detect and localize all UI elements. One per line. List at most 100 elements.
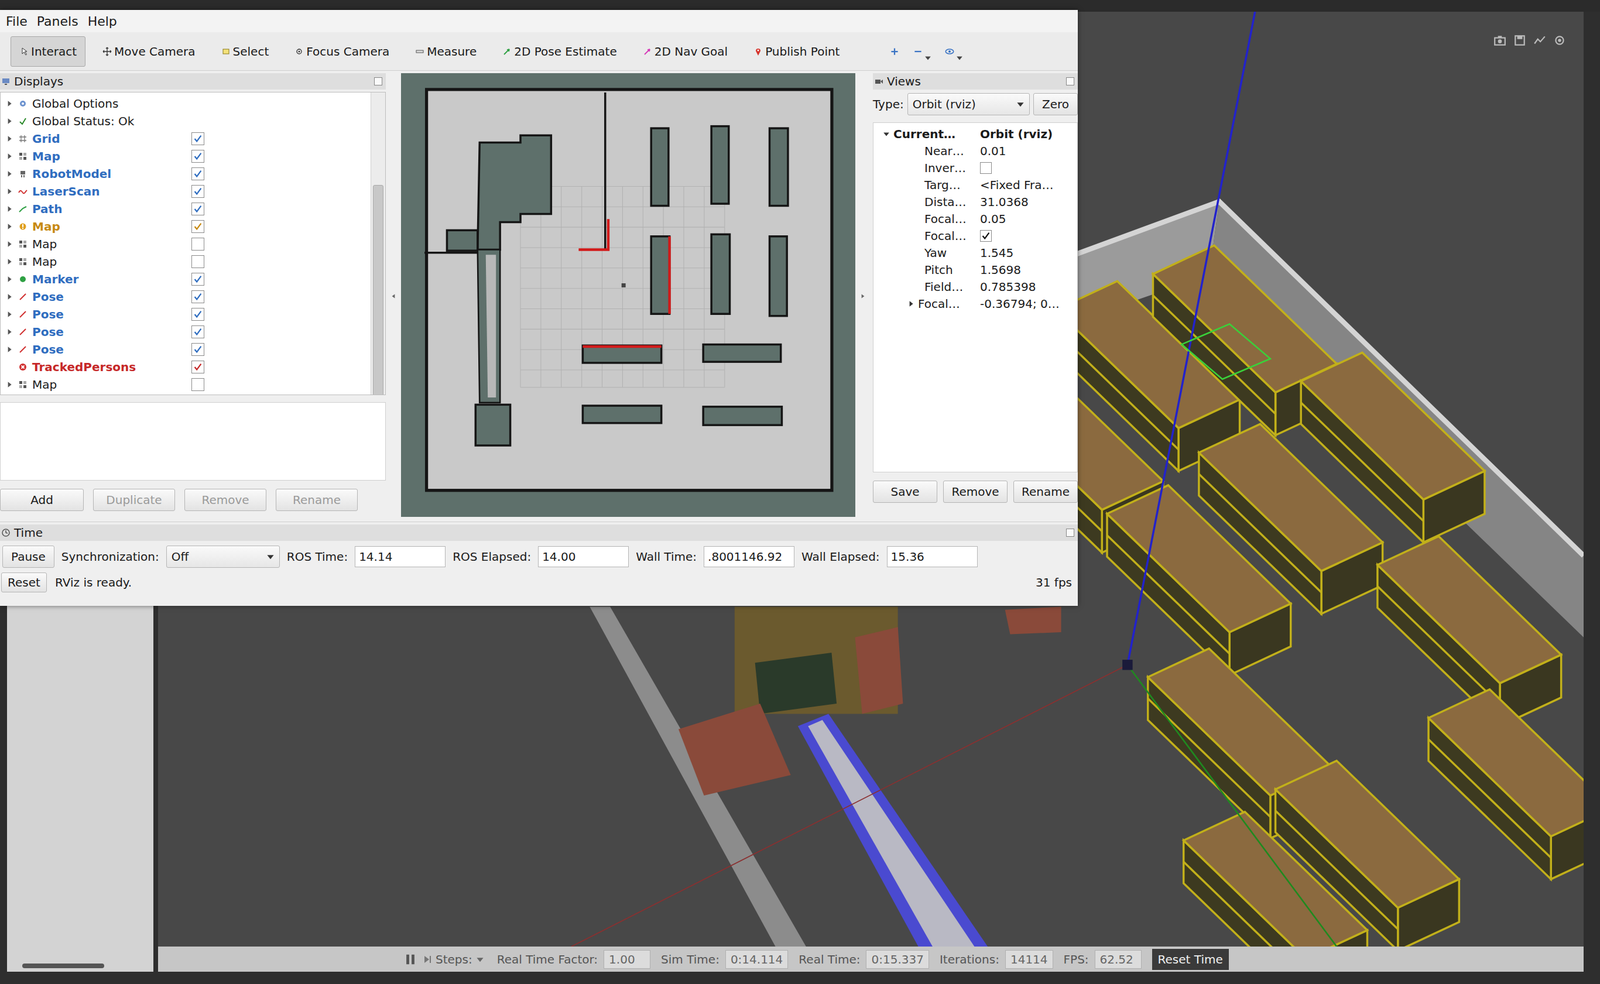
display-checkbox[interactable]: [191, 237, 205, 251]
zero-button[interactable]: Zero: [1033, 93, 1078, 116]
expand-arrow-icon[interactable]: [5, 100, 13, 108]
expand-arrow-icon[interactable]: [5, 187, 13, 195]
minus-icon[interactable]: [912, 46, 924, 57]
occupancy-map[interactable]: [401, 73, 856, 517]
expand-arrow-icon[interactable]: [5, 240, 13, 248]
display-row[interactable]: Pose: [0, 288, 371, 306]
property-row[interactable]: Dista… 31.0368: [873, 193, 1078, 211]
panel-button[interactable]: Rename: [1013, 480, 1078, 503]
property-row[interactable]: Near… 0.01: [873, 142, 1078, 160]
display-row[interactable]: Pose: [0, 305, 371, 324]
eye-icon[interactable]: [944, 46, 955, 57]
time-field[interactable]: 14.00: [538, 546, 629, 568]
display-row[interactable]: Path: [0, 200, 371, 218]
panel-button[interactable]: Remove: [184, 488, 267, 512]
property-row[interactable]: Inver…: [873, 159, 1078, 177]
collapse-left-icon[interactable]: [389, 292, 397, 300]
step-icon[interactable]: [422, 954, 433, 965]
pause-button[interactable]: Pause: [2, 545, 55, 568]
display-checkbox[interactable]: [191, 272, 205, 286]
display-checkbox[interactable]: [191, 220, 205, 234]
expand-arrow-icon[interactable]: [5, 152, 13, 160]
splitter[interactable]: [385, 70, 402, 522]
tool-button[interactable]: 2D Pose Estimate: [493, 36, 626, 67]
time-field[interactable]: 14.14: [354, 546, 446, 568]
property-row[interactable]: Current… Orbit (rviz): [873, 125, 1078, 143]
record-icon[interactable]: [1553, 33, 1567, 47]
float-button[interactable]: [374, 77, 383, 86]
panel-button[interactable]: Save: [872, 480, 938, 503]
display-row[interactable]: Map: [0, 147, 371, 166]
display-row[interactable]: Map: [0, 235, 371, 253]
display-checkbox[interactable]: [191, 378, 205, 392]
chart-icon[interactable]: [1533, 33, 1547, 47]
scrollbar[interactable]: [22, 963, 105, 969]
expand-arrow-icon[interactable]: [5, 258, 13, 266]
display-checkbox[interactable]: [191, 184, 205, 198]
property-row[interactable]: Yaw 1.545: [873, 244, 1078, 262]
property-row[interactable]: Targ… <Fixed Fra…: [873, 176, 1078, 194]
tool-button[interactable]: Measure: [406, 36, 486, 67]
plus-icon[interactable]: [889, 46, 900, 57]
panel-button[interactable]: Rename: [275, 488, 358, 512]
float-button[interactable]: [1066, 77, 1075, 86]
sync-dropdown[interactable]: Off: [166, 545, 280, 568]
menu-item[interactable]: Help: [83, 14, 122, 29]
expand-arrow-icon[interactable]: [907, 300, 915, 308]
camera-icon[interactable]: [1493, 33, 1507, 47]
expand-arrow-icon[interactable]: [5, 170, 13, 178]
dropdown-arrow-icon[interactable]: [956, 54, 964, 62]
expand-arrow-icon[interactable]: [5, 135, 13, 143]
display-row[interactable]: Map: [0, 217, 371, 236]
expand-arrow-icon[interactable]: [5, 223, 13, 231]
expand-arrow-icon[interactable]: [5, 345, 13, 354]
panel-button[interactable]: Add: [0, 488, 84, 512]
property-checkbox[interactable]: [980, 230, 992, 242]
tool-button[interactable]: Move Camera: [93, 36, 204, 67]
reset-button[interactable]: Reset: [1, 572, 47, 593]
display-row[interactable]: Global Options: [0, 94, 371, 113]
expand-arrow-icon[interactable]: [5, 205, 13, 213]
menu-item[interactable]: Panels: [32, 14, 84, 29]
display-checkbox[interactable]: [191, 202, 205, 216]
expand-arrow-icon[interactable]: [5, 117, 13, 125]
expand-arrow-icon[interactable]: [5, 328, 13, 336]
time-field[interactable]: 15.36: [886, 546, 978, 568]
time-field[interactable]: .8001146.92: [703, 546, 795, 568]
display-row[interactable]: Pose: [0, 340, 371, 359]
scrollbar[interactable]: [370, 92, 386, 395]
map-render-view[interactable]: [401, 73, 856, 517]
display-checkbox[interactable]: [191, 307, 205, 321]
display-row[interactable]: Grid: [0, 129, 371, 148]
menu-item[interactable]: File: [1, 14, 33, 29]
display-row[interactable]: Pose: [0, 323, 371, 341]
property-row[interactable]: Field… 0.785398: [873, 278, 1078, 296]
display-checkbox[interactable]: [191, 290, 205, 304]
display-row[interactable]: LaserScan: [0, 182, 371, 201]
panel-button[interactable]: Duplicate: [93, 488, 176, 512]
display-checkbox[interactable]: [191, 132, 205, 146]
display-checkbox[interactable]: [191, 255, 205, 269]
property-checkbox[interactable]: [980, 162, 992, 174]
dropdown-arrow-icon[interactable]: [924, 54, 932, 62]
float-button[interactable]: [1066, 528, 1075, 537]
property-row[interactable]: Focal… -0.36794; 0…: [873, 295, 1078, 313]
display-row[interactable]: Map: [0, 252, 371, 271]
pause-icon[interactable]: [403, 953, 417, 966]
property-row[interactable]: Focal…: [873, 227, 1078, 245]
tool-button[interactable]: Focus Camera: [285, 36, 399, 67]
tool-button[interactable]: Interact: [10, 36, 86, 67]
expand-arrow-icon[interactable]: [5, 275, 13, 283]
expand-arrow-icon[interactable]: [5, 293, 13, 301]
property-row[interactable]: Pitch 1.5698: [873, 261, 1078, 279]
expand-arrow-icon[interactable]: [5, 381, 13, 389]
display-row[interactable]: Marker: [0, 270, 371, 289]
view-type-dropdown[interactable]: Orbit (rviz): [907, 93, 1030, 116]
expand-arrow-icon[interactable]: [5, 310, 13, 318]
tool-button[interactable]: Publish Point: [744, 36, 849, 67]
steps-control[interactable]: Steps:: [422, 952, 485, 967]
splitter[interactable]: [855, 70, 871, 522]
panel-button[interactable]: Remove: [943, 480, 1008, 503]
display-checkbox[interactable]: [191, 360, 205, 374]
dropdown-arrow-icon[interactable]: [475, 955, 485, 964]
